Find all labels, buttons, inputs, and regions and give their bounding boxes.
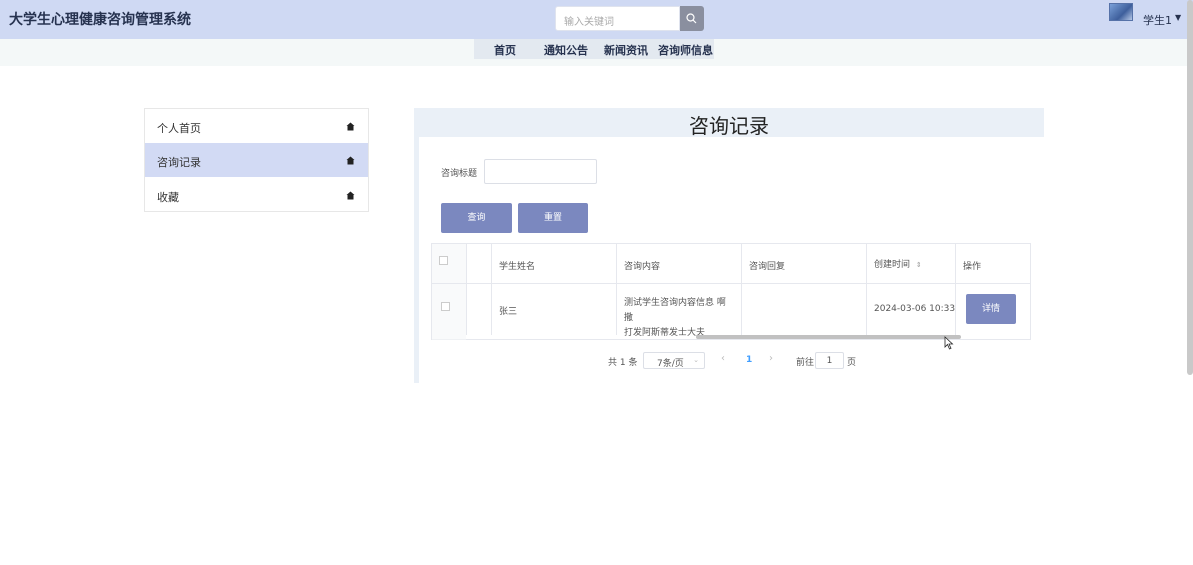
home-icon [346,156,355,165]
horizontal-scrollbar[interactable] [696,335,961,339]
top-bar: 大学生心理健康咨询管理系统 输入关键词 学生1 ▼ [0,0,1193,39]
reset-button[interactable]: 重置 [518,203,588,233]
vertical-scrollbar[interactable] [1187,0,1193,375]
search-button[interactable] [680,6,704,31]
nav-item-counselor[interactable]: 咨询师信息 [658,42,713,58]
sort-icon[interactable]: ⇕ [916,261,922,269]
cell-content-line: 测试学生咨询内容信息 啊撒 [624,298,726,323]
chevron-down-icon[interactable]: ▼ [1175,13,1181,22]
records-table: 学生姓名 咨询内容 咨询回复 创建时间 ⇕ 操作 张三 测试学生咨询内容信息 啊… [431,243,1031,340]
detail-button[interactable]: 详情 [966,294,1016,324]
header-student-name: 学生姓名 [492,244,617,283]
page-size-select[interactable]: 7条/页 ⌄ [643,352,705,369]
query-button[interactable]: 查询 [441,203,512,233]
goto-label: 前往 [796,358,815,368]
cell-content: 测试学生咨询内容信息 啊撒 打发阿斯蒂发士大夫 [617,283,742,338]
next-page-icon[interactable]: › [769,353,773,364]
cell-reply [742,283,867,335]
prev-page-icon[interactable]: ‹ [721,353,725,364]
sidebar-item-label: 收藏 [157,191,179,204]
page-number-current[interactable]: 1 [746,355,752,365]
pagination-total: 共 1 条 [608,358,638,368]
select-all-checkbox[interactable] [439,256,448,265]
search-icon [686,13,697,24]
index-header [467,244,492,283]
select-all-cell [432,244,467,283]
page-size-value: 7条/页 [657,359,684,369]
page-title: 咨询记录 [689,114,769,138]
sidebar-item-label: 个人首页 [157,122,201,135]
goto-page-input[interactable]: 1 [815,352,844,369]
chevron-down-icon: ⌄ [693,356,699,364]
cell-student-name: 张三 [492,283,617,335]
header-content: 咨询内容 [617,244,742,283]
header-reply: 咨询回复 [742,244,867,283]
avatar[interactable] [1109,3,1133,21]
panel-header: 咨询记录 [414,108,1044,138]
user-name[interactable]: 学生1 [1143,12,1172,28]
home-icon [346,191,355,200]
cell-created-time: 2024-03-06 10:33:0 [867,283,956,335]
page-suffix: 页 [847,358,857,368]
sidebar-item-home[interactable]: 个人首页 [145,109,368,143]
nav-item-news[interactable]: 新闻资讯 [604,42,648,58]
home-icon [346,122,355,131]
nav-item-home[interactable]: 首页 [494,42,516,58]
sidebar-item-records[interactable]: 咨询记录 [145,143,368,177]
header-action: 操作 [963,262,982,272]
filter-label: 咨询标题 [441,169,478,179]
header-created-time[interactable]: 创建时间 ⇕ [867,244,956,283]
row-index-cell [467,283,492,335]
nav-item-notice[interactable]: 通知公告 [544,42,588,58]
search-input[interactable]: 输入关键词 [555,6,680,31]
mouse-cursor-icon [944,336,954,350]
title-filter-input[interactable] [484,159,597,184]
panel-accent-bar [414,137,419,383]
sidebar-item-label: 咨询记录 [157,156,201,169]
sidebar: 个人首页 咨询记录 收藏 [144,108,369,212]
row-select-cell [432,283,467,335]
row-checkbox[interactable] [441,302,450,311]
header-created-label: 创建时间 [874,260,911,270]
main-nav: 首页 通知公告 新闻资讯 咨询师信息 [474,39,714,59]
app-title: 大学生心理健康咨询管理系统 [9,12,191,28]
sidebar-item-favorites[interactable]: 收藏 [145,178,368,212]
